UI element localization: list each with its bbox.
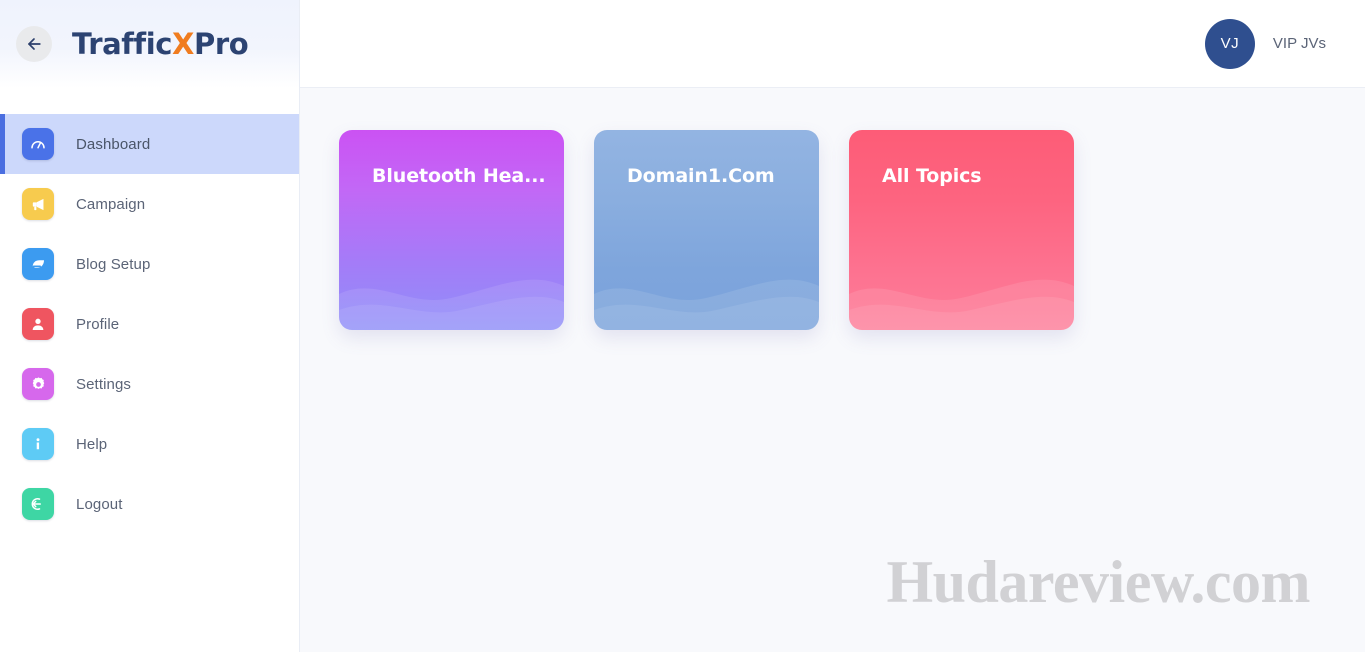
user-name-label: VIP JVs bbox=[1272, 35, 1326, 52]
brand-logo: TrafficXPro bbox=[72, 27, 249, 61]
brand-text-x: X bbox=[172, 27, 194, 61]
sidebar-item-label: Campaign bbox=[76, 195, 146, 213]
speedometer-icon bbox=[22, 128, 54, 160]
sidebar-item-help[interactable]: Help bbox=[0, 414, 299, 474]
sidebar-item-profile[interactable]: Profile bbox=[0, 294, 299, 354]
brand-text-1: Traffic bbox=[72, 27, 173, 61]
app-root: TrafficXPro Dashboard Campaign Blog Setu… bbox=[0, 0, 1365, 652]
back-button[interactable] bbox=[16, 26, 52, 62]
dashboard-content: Bluetooth Hea... Domain1.Com All Topics … bbox=[300, 88, 1365, 652]
card-grid: Bluetooth Hea... Domain1.Com All Topics bbox=[339, 130, 1365, 330]
avatar: VJ bbox=[1204, 18, 1255, 69]
sidebar-item-blog-setup[interactable]: Blog Setup bbox=[0, 234, 299, 294]
card-wave-decoration bbox=[594, 260, 819, 330]
gear-icon bbox=[22, 368, 54, 400]
arrow-left-icon bbox=[24, 34, 44, 54]
topic-card[interactable]: Domain1.Com bbox=[594, 130, 819, 330]
sidebar-item-label: Logout bbox=[76, 495, 123, 513]
topic-card[interactable]: All Topics bbox=[849, 130, 1074, 330]
main-area: VJ VIP JVs Bluetooth Hea... Domain1.Com bbox=[300, 0, 1365, 652]
sidebar-header: TrafficXPro bbox=[0, 0, 299, 88]
logout-icon bbox=[22, 488, 54, 520]
info-icon bbox=[22, 428, 54, 460]
watermark: Hudareview.com bbox=[886, 549, 1310, 615]
sidebar-item-label: Dashboard bbox=[76, 135, 151, 153]
sidebar-item-label: Help bbox=[76, 435, 108, 453]
sidebar-spacer bbox=[0, 88, 299, 114]
topic-card[interactable]: Bluetooth Hea... bbox=[339, 130, 564, 330]
blog-pen-icon bbox=[22, 248, 54, 280]
sidebar: TrafficXPro Dashboard Campaign Blog Setu… bbox=[0, 0, 300, 652]
card-title: Domain1.Com bbox=[627, 165, 775, 187]
sidebar-item-campaign[interactable]: Campaign bbox=[0, 174, 299, 234]
sidebar-item-label: Profile bbox=[76, 315, 120, 333]
sidebar-item-label: Settings bbox=[76, 375, 131, 393]
sidebar-item-logout[interactable]: Logout bbox=[0, 474, 299, 534]
sidebar-nav: Dashboard Campaign Blog Setup Profile Se… bbox=[0, 114, 299, 534]
card-title: All Topics bbox=[882, 165, 982, 187]
card-wave-decoration bbox=[339, 260, 564, 330]
card-title: Bluetooth Hea... bbox=[372, 165, 546, 187]
user-icon bbox=[22, 308, 54, 340]
brand-text-2: Pro bbox=[194, 27, 249, 61]
card-wave-decoration bbox=[849, 260, 1074, 330]
sidebar-item-label: Blog Setup bbox=[76, 255, 151, 273]
megaphone-icon bbox=[22, 188, 54, 220]
user-menu[interactable]: VJ VIP JVs bbox=[1204, 18, 1326, 69]
topbar: VJ VIP JVs bbox=[300, 0, 1365, 88]
sidebar-item-settings[interactable]: Settings bbox=[0, 354, 299, 414]
sidebar-item-dashboard[interactable]: Dashboard bbox=[0, 114, 299, 174]
